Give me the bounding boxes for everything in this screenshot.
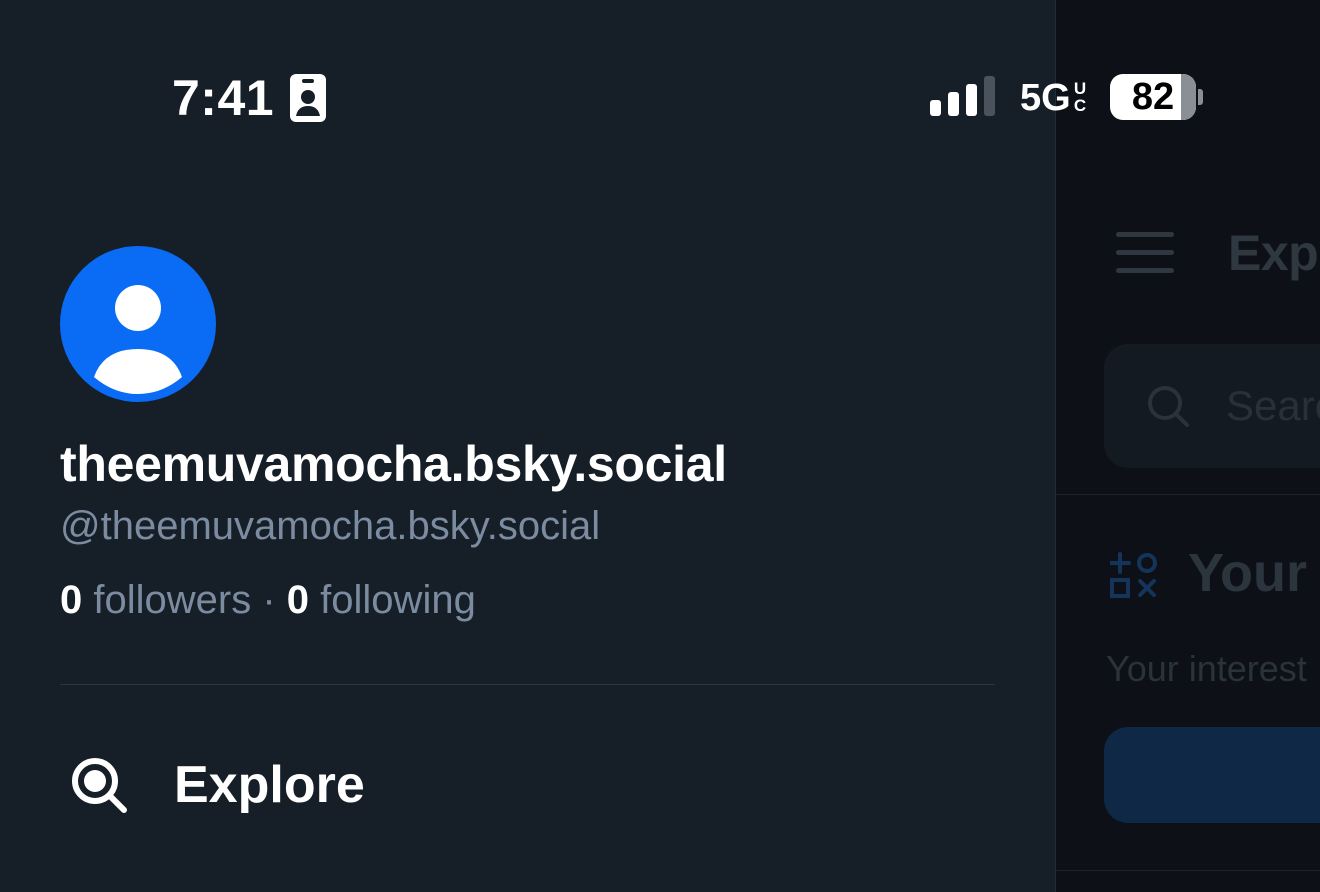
stats-separator: · <box>262 578 276 622</box>
search-placeholder: Searc <box>1226 382 1320 429</box>
status-time: 7:41 <box>172 70 275 126</box>
interests-icon <box>1110 552 1157 598</box>
nav-item-label: Explore <box>174 756 365 814</box>
interests-button[interactable] <box>1104 727 1320 823</box>
profile-avatar[interactable] <box>60 246 216 402</box>
background-page-title: Explo <box>1228 225 1320 281</box>
side-drawer: theemuvamocha.bsky.social @theemuvamocha… <box>0 0 1055 892</box>
search-icon <box>72 758 127 813</box>
app-screen: Explo Searc Your Your interest <box>0 0 1320 892</box>
interests-title: Your <box>1188 543 1307 603</box>
profile-stats: 0 followers · 0 following <box>60 576 476 624</box>
contact-card-icon <box>290 74 326 122</box>
battery-nub <box>1198 89 1203 105</box>
drawer-edge <box>1055 0 1056 892</box>
background-explore-page[interactable]: Explo Searc Your Your interest <box>1056 0 1320 892</box>
followers-count[interactable]: 0 <box>60 578 82 622</box>
interests-subtitle: Your interest <box>1106 648 1307 689</box>
hamburger-menu-icon[interactable] <box>1116 232 1174 274</box>
search-icon <box>1148 386 1189 427</box>
battery-indicator: 82 <box>1110 74 1196 120</box>
network-type: 5G <box>1020 77 1071 119</box>
following-count[interactable]: 0 <box>287 578 309 622</box>
profile-display-name[interactable]: theemuvamocha.bsky.social <box>60 434 727 494</box>
battery-percent: 82 <box>1131 76 1175 118</box>
network-type-suffix: UC <box>1073 79 1087 115</box>
followers-label[interactable]: followers <box>93 578 251 622</box>
divider <box>1056 494 1320 495</box>
drawer-divider <box>60 684 995 685</box>
divider <box>1056 870 1320 871</box>
nav-item-explore[interactable]: Explore <box>60 744 960 828</box>
cellular-signal-icon <box>930 76 995 116</box>
default-avatar-icon <box>94 285 182 394</box>
following-label[interactable]: following <box>320 578 476 622</box>
background-search-field[interactable]: Searc <box>1104 344 1320 468</box>
profile-handle: @theemuvamocha.bsky.social <box>60 504 601 548</box>
